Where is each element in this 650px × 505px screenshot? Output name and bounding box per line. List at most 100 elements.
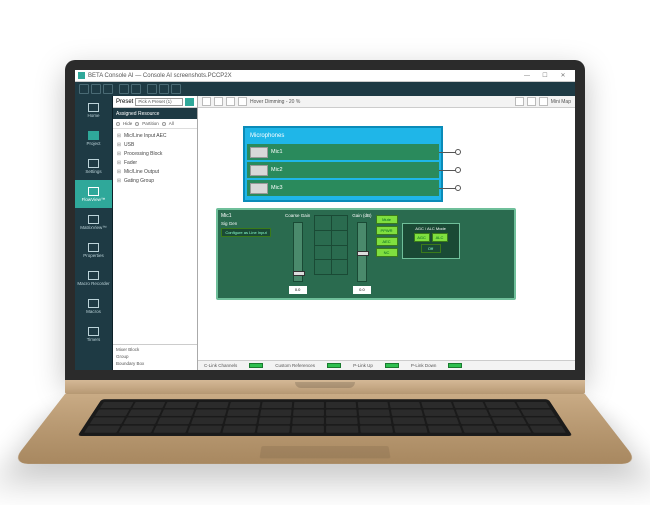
tree-node[interactable]: ⊞Processing Block	[116, 149, 194, 158]
main-toolbar	[75, 82, 575, 96]
macros-icon	[88, 299, 99, 308]
window-title: BETA Console AI — Console AI screenshots…	[88, 73, 518, 79]
output-port[interactable]	[455, 149, 461, 155]
expand-icon[interactable]: ⊞	[116, 178, 122, 184]
tree-label: Mic/Line Output	[124, 169, 159, 175]
toolbar-icon[interactable]	[131, 84, 141, 94]
window-maximize-button[interactable]: ☐	[536, 72, 554, 79]
output-port[interactable]	[455, 167, 461, 173]
coarse-gain-fader[interactable]	[293, 222, 303, 282]
canvas-tool-button[interactable]	[214, 97, 223, 106]
toolbar-icon[interactable]	[171, 84, 181, 94]
nav-macros[interactable]: Macros	[75, 292, 112, 320]
microphones-group[interactable]: Microphones Mic1 Mic2 Mic3	[243, 126, 443, 202]
settings-icon	[88, 159, 99, 168]
toolbar-icon[interactable]	[147, 84, 157, 94]
hover-dimming-label: Hover Dimming - 20 %	[250, 99, 300, 105]
list-item[interactable]: Group	[116, 354, 194, 361]
minimap-label: Mini Map	[551, 99, 571, 105]
fader-knob[interactable]	[357, 251, 369, 256]
recorder-icon	[88, 271, 99, 280]
toolbar-icon[interactable]	[159, 84, 169, 94]
canvas-tool-button[interactable]	[202, 97, 211, 106]
toolbar-icon[interactable]	[79, 84, 89, 94]
matrixview-icon	[88, 215, 99, 224]
nav-project[interactable]: Project	[75, 124, 112, 152]
radio-partition[interactable]	[135, 122, 139, 126]
window-minimize-button[interactable]: —	[518, 73, 536, 79]
tree-node[interactable]: ⊞Mic/Line Output	[116, 167, 194, 176]
status-label: P-Link Up	[353, 363, 373, 368]
mic-block[interactable]: Mic2	[247, 162, 439, 178]
tree-label: Mic/Line Input AEC	[124, 133, 167, 139]
expand-icon[interactable]: ⊞	[116, 133, 122, 139]
canvas-tool-button[interactable]	[226, 97, 235, 106]
preset-row: Preset Pick A Preset (1)	[113, 96, 197, 108]
grid-toggle-button[interactable]	[515, 97, 524, 106]
list-item[interactable]: Boundary Box	[116, 361, 194, 368]
radio-all[interactable]	[162, 122, 166, 126]
grid-toggle-button[interactable]	[527, 97, 536, 106]
channel-name: Mic1	[221, 213, 281, 219]
output-port[interactable]	[455, 185, 461, 191]
preset-select[interactable]: Pick A Preset (1)	[135, 98, 183, 106]
nav-properties[interactable]: Properties	[75, 236, 112, 264]
mute-button[interactable]: Mute	[376, 215, 398, 224]
window-titlebar: BETA Console AI — Console AI screenshots…	[75, 70, 575, 82]
toolbar-icon[interactable]	[119, 84, 129, 94]
resource-tree: ⊞Mic/Line Input AEC ⊞USB ⊞Processing Blo…	[113, 129, 197, 344]
canvas-tool-button[interactable]	[238, 97, 247, 106]
toolbar-icon[interactable]	[91, 84, 101, 94]
nav-timers[interactable]: Timers	[75, 320, 112, 348]
preset-apply-button[interactable]	[185, 98, 194, 106]
nav-flowview[interactable]: FlowView™	[75, 180, 112, 208]
canvas-area: Hover Dimming - 20 % Mini Map Microphone…	[198, 96, 575, 370]
expand-icon[interactable]: ⊞	[116, 160, 122, 166]
radio-hide[interactable]	[116, 122, 120, 126]
agc-off-button[interactable]: Off	[421, 244, 441, 253]
ppwr-button[interactable]: PPWR	[376, 226, 398, 235]
nav-matrixview[interactable]: MatrixView™	[75, 208, 112, 236]
status-led	[249, 363, 263, 368]
expand-icon[interactable]: ⊞	[116, 151, 122, 157]
toolbar-icon[interactable]	[103, 84, 113, 94]
alc-button[interactable]: ALC	[432, 233, 448, 242]
nc-button[interactable]: NC	[376, 248, 398, 257]
window-close-button[interactable]: ✕	[554, 72, 572, 79]
flow-canvas[interactable]: Microphones Mic1 Mic2 Mic3 Mic1 Sig Gen …	[198, 108, 575, 370]
preset-label: Preset	[116, 99, 133, 105]
flowview-icon	[88, 187, 99, 196]
nav-settings[interactable]: Settings	[75, 152, 112, 180]
mic-block[interactable]: Mic3	[247, 180, 439, 196]
expand-icon[interactable]: ⊞	[116, 142, 122, 148]
filter-label: Hide	[123, 121, 132, 126]
resources-header: Assigned Resource	[113, 108, 197, 119]
mic-label: Mic1	[271, 149, 283, 155]
filter-label: All	[169, 121, 174, 126]
list-item[interactable]: Mixer Block	[116, 347, 194, 354]
side-nav: Home Project Settings FlowView™ MatrixVi…	[75, 96, 113, 370]
resources-panel: Preset Pick A Preset (1) Assigned Resour…	[113, 96, 198, 370]
coarse-gain-value[interactable]: 0.0	[289, 286, 307, 294]
laptop-keyboard	[11, 394, 639, 464]
minimap-icon[interactable]	[539, 97, 548, 106]
agc-button[interactable]: AGC	[414, 233, 430, 242]
tree-node[interactable]: ⊞Fader	[116, 158, 194, 167]
fine-gain-value[interactable]: 0.0	[353, 286, 371, 294]
channel-mixer-panel[interactable]: Mic1 Sig Gen Configure as Line Input Coa…	[216, 208, 516, 300]
line-input-toggle[interactable]: Configure as Line Input	[221, 228, 271, 237]
nav-macro-recorder[interactable]: Macro Recorder	[75, 264, 112, 292]
expand-icon[interactable]: ⊞	[116, 169, 122, 175]
tree-label: Fader	[124, 160, 137, 166]
mic-block[interactable]: Mic1	[247, 144, 439, 160]
tree-node[interactable]: ⊞USB	[116, 140, 194, 149]
tree-node[interactable]: ⊞Mic/Line Input AEC	[116, 131, 194, 140]
tree-node[interactable]: ⊞Gating Group	[116, 176, 194, 185]
fine-gain-fader[interactable]	[357, 222, 367, 282]
mic-icon	[250, 183, 268, 194]
nav-home[interactable]: Home	[75, 96, 112, 124]
laptop-hinge	[65, 380, 585, 394]
fader-knob[interactable]	[293, 271, 305, 276]
aec-button[interactable]: AEC	[376, 237, 398, 246]
mic-label: Mic3	[271, 185, 283, 191]
